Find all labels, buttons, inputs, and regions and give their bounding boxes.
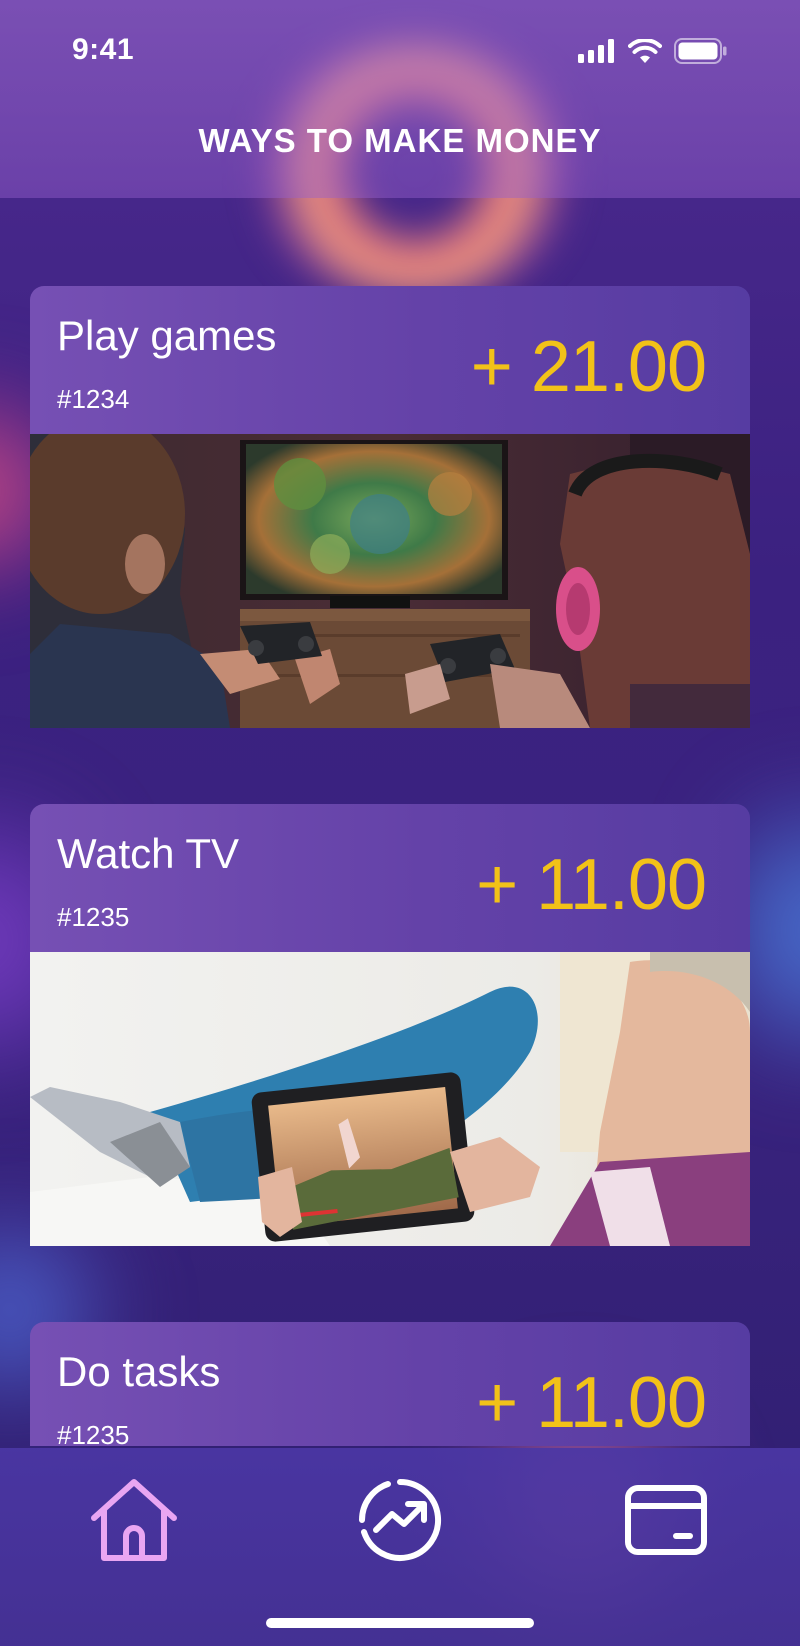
- earning-card-do-tasks[interactable]: Do tasks #1235 + 11.00: [30, 1322, 750, 1446]
- card-title: Watch TV: [57, 830, 240, 877]
- people-playing-video-games-photo: [30, 434, 750, 728]
- card-id: #1235: [57, 1420, 130, 1446]
- wifi-icon: [628, 39, 662, 63]
- status-icons: [578, 38, 728, 64]
- bottom-tab-bar: [0, 1448, 800, 1646]
- tab-wallet[interactable]: [616, 1470, 716, 1570]
- card-header: Watch TV #1235 + 11.00: [30, 804, 750, 952]
- cellular-signal-icon: [578, 39, 614, 63]
- card-reward: + 21.00: [470, 327, 707, 407]
- status-bar: 9:41: [0, 0, 800, 100]
- person-watching-tablet-photo: [30, 952, 750, 1246]
- battery-icon: [674, 38, 727, 64]
- wallet-card-icon: [625, 1485, 707, 1555]
- home-icon: [91, 1479, 177, 1561]
- trending-icon: [359, 1479, 442, 1561]
- card-title: Play games: [57, 312, 277, 359]
- card-header: Do tasks #1235 + 11.00: [30, 1322, 750, 1446]
- tab-earnings-trend[interactable]: [350, 1470, 450, 1570]
- earning-methods-list[interactable]: Play games #1234 + 21.00 Watch TV #1235 …: [30, 286, 750, 1446]
- card-reward: + 11.00: [476, 1363, 707, 1443]
- home-indicator: [266, 1618, 534, 1628]
- page-title: WAYS TO MAKE MONEY: [198, 122, 602, 159]
- card-id: #1234: [57, 384, 130, 414]
- earning-card-watch-tv[interactable]: Watch TV #1235 + 11.00: [30, 804, 750, 1246]
- earning-card-play-games[interactable]: Play games #1234 + 21.00: [30, 286, 750, 728]
- card-header: Play games #1234 + 21.00: [30, 286, 750, 434]
- tab-home[interactable]: [84, 1470, 184, 1570]
- card-title: Do tasks: [57, 1348, 221, 1395]
- status-time: 9:41: [72, 33, 135, 66]
- card-id: #1235: [57, 902, 130, 932]
- card-reward: + 11.00: [476, 845, 707, 925]
